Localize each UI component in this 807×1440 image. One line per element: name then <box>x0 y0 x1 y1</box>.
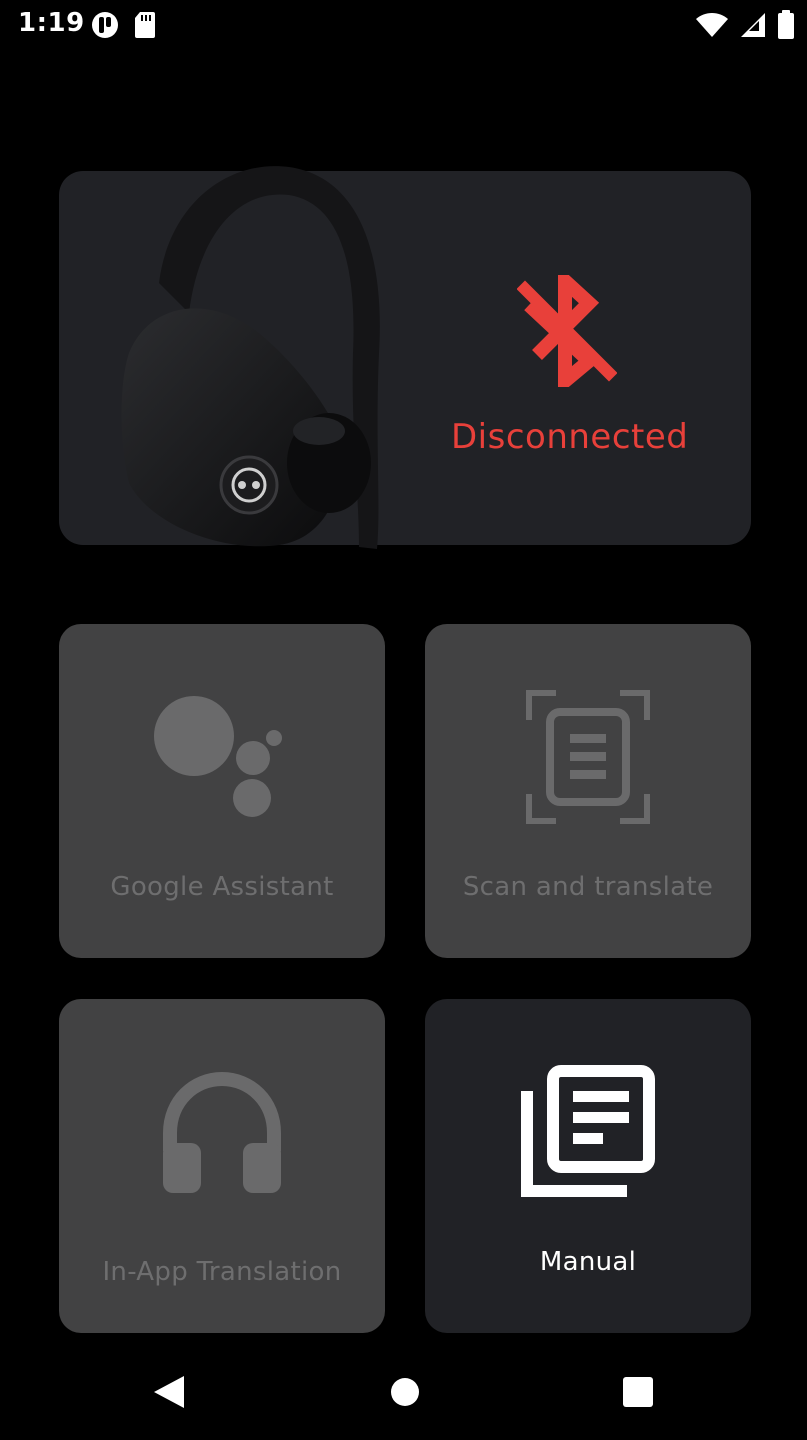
device-card[interactable]: Disconnected <box>59 166 751 549</box>
scan-and-translate-tile[interactable]: Scan and translate <box>425 624 751 958</box>
scan-document-icon <box>526 690 650 824</box>
cell-signal-icon <box>741 13 765 37</box>
scan-and-translate-label: Scan and translate <box>462 872 714 902</box>
status-time: 1:19 <box>18 8 85 38</box>
manual-icon <box>521 1065 655 1197</box>
in-app-translation-tile[interactable]: In-App Translation <box>59 999 385 1333</box>
earbud-image <box>121 166 380 549</box>
bluetooth-disabled-icon <box>517 275 617 387</box>
back-icon[interactable] <box>152 1374 186 1410</box>
manual-label: Manual <box>539 1247 637 1277</box>
status-bar: 1:19 <box>0 0 807 50</box>
app-notification-icon <box>92 12 118 38</box>
google-assistant-tile[interactable]: Google Assistant <box>59 624 385 958</box>
connection-status-label: Disconnected <box>451 417 689 457</box>
headphones-icon <box>163 1071 281 1193</box>
in-app-translation-label: In-App Translation <box>102 1257 342 1287</box>
navigation-bar <box>0 1350 807 1440</box>
recents-icon[interactable] <box>622 1374 654 1410</box>
battery-icon <box>778 10 794 39</box>
google-assistant-label: Google Assistant <box>110 872 334 902</box>
sd-card-icon <box>135 12 155 38</box>
manual-tile[interactable]: Manual <box>425 999 751 1333</box>
wifi-icon <box>696 13 728 37</box>
home-icon[interactable] <box>390 1374 420 1410</box>
google-assistant-icon <box>154 696 282 817</box>
